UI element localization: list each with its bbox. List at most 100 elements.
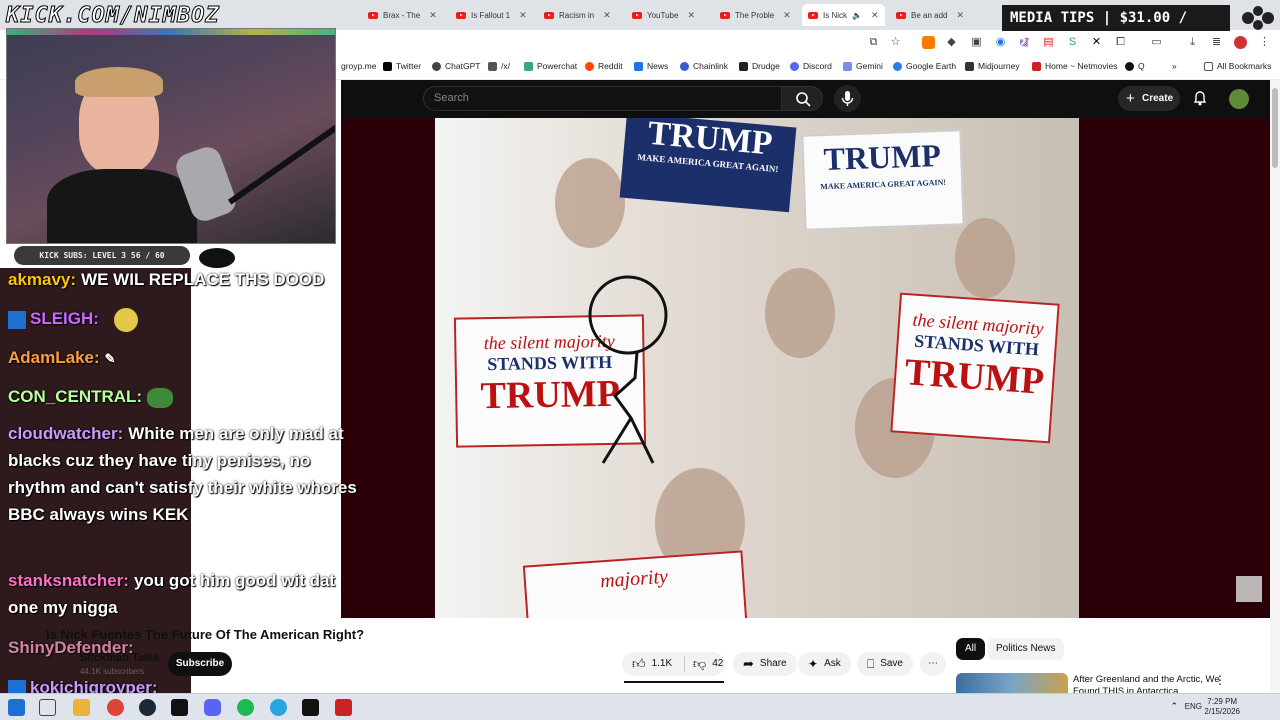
bookmark-drudge[interactable]: Drudge [739,61,780,71]
task-view-icon[interactable] [39,699,56,716]
bookmark-twitter[interactable]: Twitter [383,61,421,71]
steam-icon[interactable] [139,699,156,716]
bookmark-gemini[interactable]: Gemini [843,61,883,71]
tab-is-nick[interactable]: Is Nick 🔈 ✕ [802,4,885,26]
file-explorer-icon[interactable] [73,699,90,716]
bookmark-powerchat[interactable]: Powerchat [524,61,577,71]
profile-icon[interactable] [1234,36,1247,49]
spotify-icon[interactable] [237,699,254,716]
tab-fallout[interactable]: Is Fallout 1 ✕ [450,4,533,26]
tab-label: Racism in [559,10,595,20]
chip-all[interactable]: All [956,638,986,660]
sign-majority-bottom: majority [522,550,748,618]
bookmark-midjourney[interactable]: Midjourney [965,61,1020,71]
mic-arm [227,119,335,205]
tab-problem[interactable]: The Proble ✕ [714,4,797,26]
telegram-icon[interactable] [270,699,287,716]
x-icon[interactable]: ✕ [1090,36,1103,49]
video-overlay-button[interactable] [1236,576,1262,602]
taskbar-clock[interactable]: 7:29 PM 2/15/2026 [1204,697,1240,717]
like-button[interactable]: 👍︎ 1.1K [622,652,678,676]
create-button[interactable]: + Create [1118,86,1180,111]
extension-icon[interactable]: ◉ [994,36,1007,49]
bookmark-x[interactable]: /x/ [488,61,510,71]
chat-message: stanksnatcher: you got him good wit dat o… [8,567,358,621]
bookmark-chainlink[interactable]: Chainlink [680,61,728,71]
chat-username: cloudwatcher: [8,424,124,443]
chevron-up-icon[interactable]: ⌃ [1170,701,1178,712]
youtube-icon [544,11,554,19]
close-icon[interactable]: ✕ [687,10,695,21]
app-icon[interactable] [335,699,352,716]
bookmarks-overflow-icon[interactable]: » [1172,61,1177,71]
save-button[interactable]: ⎕ Save [857,652,913,676]
microphone-icon [841,91,854,106]
bookmark-q[interactable]: Q [1125,61,1145,71]
tab-addict[interactable]: Be an add ✕ [890,4,970,26]
subscriber-count: 44.1K subscribers [80,667,145,676]
more-icon[interactable]: ⋮ [1214,673,1226,687]
terminal-icon[interactable] [171,699,188,716]
bookmark-google-earth[interactable]: Google Earth [893,61,956,71]
install-icon[interactable]: ⧉ [867,36,880,49]
avatar[interactable] [1229,89,1249,109]
thumbs-down-icon: 👎︎ [693,656,707,671]
tab-brax[interactable]: Brax - The ✕ [362,4,443,26]
clock-time: 7:29 PM [1207,697,1238,706]
chip-politics-news[interactable]: Politics News [987,638,1065,660]
tab-racism[interactable]: Racism in ✕ [538,4,617,26]
more-icon[interactable]: ⋮ [1258,36,1271,49]
chat-username: AdamLake: [8,348,100,367]
more-actions-button[interactable]: ⋯ [920,652,946,676]
news-icon [634,61,643,71]
sign-silent-majority-right: the silent majority STANDS WITH TRUMP [890,292,1060,444]
star-icon[interactable]: ☆ [889,36,902,49]
sidepanel-icon[interactable]: ▭ [1150,36,1163,49]
bookmark-reddit[interactable]: Reddit [585,61,623,71]
recommended-thumbnail[interactable] [956,673,1068,695]
bookmark-discord[interactable]: Discord [790,61,832,71]
tab-label: Is Fallout 1 [471,10,511,20]
download-icon[interactable]: ⤓ [1186,36,1199,49]
close-icon[interactable]: ✕ [519,10,527,21]
subscribe-button[interactable]: Subscribe [168,652,232,676]
all-bookmarks[interactable]: All Bookmarks [1204,61,1271,71]
menu-icon[interactable]: ≣ [1210,36,1223,49]
bookmark-news[interactable]: News [634,61,668,71]
windows-start-icon[interactable] [8,699,25,716]
discord-icon[interactable] [204,699,221,716]
voice-search-button[interactable] [834,85,861,112]
metamask-icon[interactable] [922,36,935,49]
tab-youtube[interactable]: YouTube ✕ [626,4,701,26]
chrome-icon[interactable] [107,699,124,716]
puzzle-icon[interactable]: ⧠ [1114,36,1127,49]
chat-username: CON_CENTRAL: [8,387,143,406]
bell-icon[interactable] [1193,89,1207,107]
close-icon[interactable]: ✕ [783,10,791,21]
close-icon[interactable]: ✕ [429,10,437,21]
close-icon[interactable]: ✕ [603,10,611,21]
extension-icon[interactable]: ▣ [970,36,983,49]
tab-label: YouTube [647,10,679,20]
dislike-button[interactable]: 👎︎ 42 [684,656,723,672]
bookmark-netmovies[interactable]: Home ~ Netmovies [1032,61,1118,71]
language-indicator[interactable]: ENG [1185,702,1202,711]
search-input[interactable]: Search [423,86,782,111]
channel-name[interactable]: Stickman Talks [80,652,159,664]
bookmark-chatgpt[interactable]: ChatGPT [432,61,480,71]
recommended-video[interactable]: After Greenland and the Arctic, We Found… [956,673,1256,697]
youtube-icon [720,11,730,19]
close-icon[interactable]: ✕ [871,10,879,21]
scrollbar-thumb[interactable] [1272,88,1278,168]
share-button[interactable]: ➦ Share [733,652,797,676]
video-player[interactable]: TRUMP MAKE AMERICA GREAT AGAIN! TRUMP MA… [341,118,1270,618]
video-frame: TRUMP MAKE AMERICA GREAT AGAIN! TRUMP MA… [435,118,1079,618]
close-icon[interactable]: ✕ [956,10,964,21]
bookmark[interactable]: groyp.me [341,61,376,71]
search-button[interactable] [781,86,823,111]
shield-icon[interactable]: ◆ [945,36,958,49]
gemini-icon [843,61,852,71]
scrollbar[interactable] [1270,80,1280,693]
ask-button[interactable]: ✦ Ask [798,652,851,676]
app-icon[interactable] [302,699,319,716]
